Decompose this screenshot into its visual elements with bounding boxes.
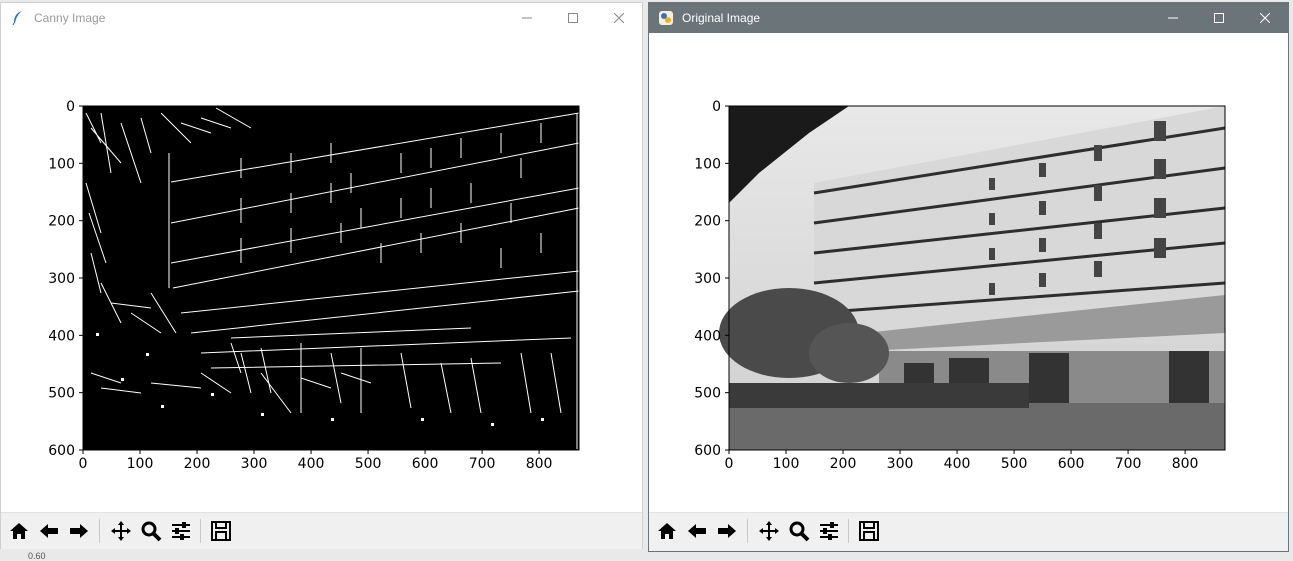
original-figure[interactable]: 0 100 200 300 400 500 600 700 800 0 100 200 300 400 50… <box>649 33 1288 513</box>
original-image-window: Original Image 0 100 200 300 400 500 600… <box>648 2 1289 552</box>
canny-navigation-toolbar <box>1 512 642 551</box>
canny-figure[interactable]: 0 100 200 300 400 500 600 700 800 0 100 200 300 400 50… <box>1 33 642 513</box>
save-button[interactable] <box>855 517 883 545</box>
maximize-button[interactable] <box>1196 3 1242 33</box>
save-icon <box>211 521 231 541</box>
x-tick-label: 800 <box>526 456 553 472</box>
y-tick-label: 300 <box>48 271 75 287</box>
configure-subplots-button[interactable] <box>815 517 843 545</box>
toolbar-separator <box>200 519 201 543</box>
zoom-button[interactable] <box>785 517 813 545</box>
configure-subplots-icon <box>172 522 190 540</box>
original-title-bar[interactable]: Original Image <box>649 3 1288 33</box>
y-tick-label: 100 <box>694 156 721 172</box>
x-tick-label: 200 <box>830 456 857 472</box>
x-tick-label: 300 <box>241 456 268 472</box>
toolbar-separator <box>747 519 748 543</box>
x-tick-label: 500 <box>355 456 382 472</box>
x-tick-label: 800 <box>1172 456 1199 472</box>
pan-icon <box>759 521 779 541</box>
x-tick-label: 700 <box>1115 456 1142 472</box>
x-tick-label: 400 <box>298 456 325 472</box>
zoom-button[interactable] <box>137 517 165 545</box>
back-arrow-icon <box>688 524 706 538</box>
y-tick-label: 200 <box>694 214 721 230</box>
configure-subplots-icon <box>820 522 838 540</box>
save-icon <box>859 521 879 541</box>
toolbar-separator <box>99 519 100 543</box>
original-navigation-toolbar <box>649 512 1288 551</box>
maximize-button[interactable] <box>550 3 596 33</box>
minimize-button[interactable] <box>1150 3 1196 33</box>
forward-arrow-icon <box>70 524 88 538</box>
configure-subplots-button[interactable] <box>167 517 195 545</box>
x-tick-label: 300 <box>887 456 914 472</box>
y-tick-label: 100 <box>48 156 75 172</box>
x-tick-label: 200 <box>184 456 211 472</box>
close-button[interactable] <box>1242 3 1288 33</box>
y-tick-label: 300 <box>694 271 721 287</box>
feather-icon <box>10 10 26 26</box>
home-icon <box>658 523 676 539</box>
pan-button[interactable] <box>755 517 783 545</box>
zoom-icon <box>141 521 162 542</box>
y-tick-label: 400 <box>694 328 721 344</box>
forward-arrow-button[interactable] <box>713 517 741 545</box>
close-button[interactable] <box>596 3 642 33</box>
home-button[interactable] <box>5 517 33 545</box>
home-button[interactable] <box>653 517 681 545</box>
y-tick-label: 600 <box>694 443 721 459</box>
back-arrow-button[interactable] <box>683 517 711 545</box>
y-tick-label: 0 <box>66 99 75 115</box>
original-axes-image[interactable] <box>719 106 1226 450</box>
x-tick-label: 100 <box>773 456 800 472</box>
x-tick-label: 400 <box>944 456 971 472</box>
minimize-button[interactable] <box>504 3 550 33</box>
x-tick-label: 600 <box>412 456 439 472</box>
forward-arrow-button[interactable] <box>65 517 93 545</box>
forward-arrow-icon <box>718 524 736 538</box>
pan-icon <box>111 521 131 541</box>
toolbar-separator <box>848 519 849 543</box>
x-tick-label: 100 <box>127 456 154 472</box>
x-tick-label: 0 <box>725 456 734 472</box>
y-tick-label: 400 <box>48 328 75 344</box>
canny-title-bar[interactable]: Canny Image <box>1 3 642 33</box>
window-title: Canny Image <box>34 11 106 25</box>
save-button[interactable] <box>207 517 235 545</box>
window-title: Original Image <box>682 11 761 25</box>
x-tick-label: 500 <box>1001 456 1028 472</box>
y-tick-label: 600 <box>48 443 75 459</box>
home-icon <box>10 523 28 539</box>
x-tick-label: 600 <box>1058 456 1085 472</box>
x-tick-label: 0 <box>79 456 88 472</box>
back-arrow-button[interactable] <box>35 517 63 545</box>
zoom-icon <box>789 521 810 542</box>
python-feather-icon <box>658 10 674 26</box>
back-arrow-icon <box>40 524 58 538</box>
y-tick-label: 500 <box>694 386 721 402</box>
x-tick-label: 700 <box>469 456 496 472</box>
y-tick-label: 500 <box>48 386 75 402</box>
pan-button[interactable] <box>107 517 135 545</box>
y-tick-label: 0 <box>712 99 721 115</box>
status-text: 0.60 <box>28 551 46 561</box>
canny-image-window: Canny Image 0 100 200 300 400 500 600 70… <box>0 2 643 552</box>
y-tick-label: 200 <box>48 214 75 230</box>
